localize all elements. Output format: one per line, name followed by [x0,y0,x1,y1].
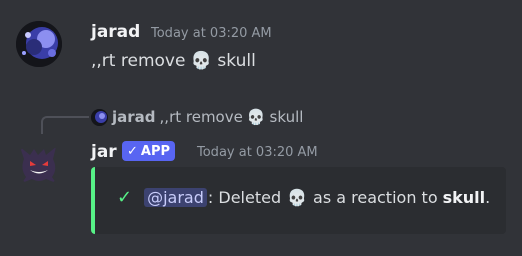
reply-username[interactable]: jarad [112,108,156,126]
checkmark-icon: ✓ [127,143,138,159]
reply-reference[interactable]: jarad ,,rt remove 💀 skull [91,106,303,128]
embed-text-b: as a reaction to [313,188,438,207]
app-badge-label: APP [140,143,171,159]
reply-text-suffix: skull [269,108,304,126]
embed-reaction-name: skull [442,188,486,207]
bot-avatar[interactable] [16,141,62,187]
embed-description: ✓ @jarad : Deleted 💀 as a reaction to sk… [117,187,490,208]
reply-avatar [91,108,108,126]
success-check-icon: ✓ [117,187,133,208]
skull-emoji-icon: 💀 [190,51,212,71]
user-avatar[interactable] [16,21,62,67]
embed-skull-emoji-icon: 💀 [287,188,308,207]
embed-text-c: . [485,188,491,207]
gengar-avatar-icon [20,147,56,183]
embed-text-a: : Deleted [207,188,282,207]
bot-username[interactable]: jar [91,142,117,162]
message-text: ,,rt remove [91,51,186,71]
message-content: ,,rt remove 💀 skull [91,51,256,71]
bot-embed: ✓ @jarad : Deleted 💀 as a reaction to sk… [91,167,506,234]
user-mention[interactable]: @jarad [144,188,207,207]
username[interactable]: jarad [91,22,140,42]
timestamp: Today at 03:20 AM [151,26,272,41]
app-badge: ✓ APP [122,141,176,161]
message-text-suffix: skull [217,51,256,71]
reply-text: ,,rt remove [159,108,243,126]
timestamp: Today at 03:20 AM [197,145,318,160]
avatar-image [16,21,62,67]
reply-connector [41,116,89,134]
reply-skull-emoji-icon: 💀 [246,108,266,126]
